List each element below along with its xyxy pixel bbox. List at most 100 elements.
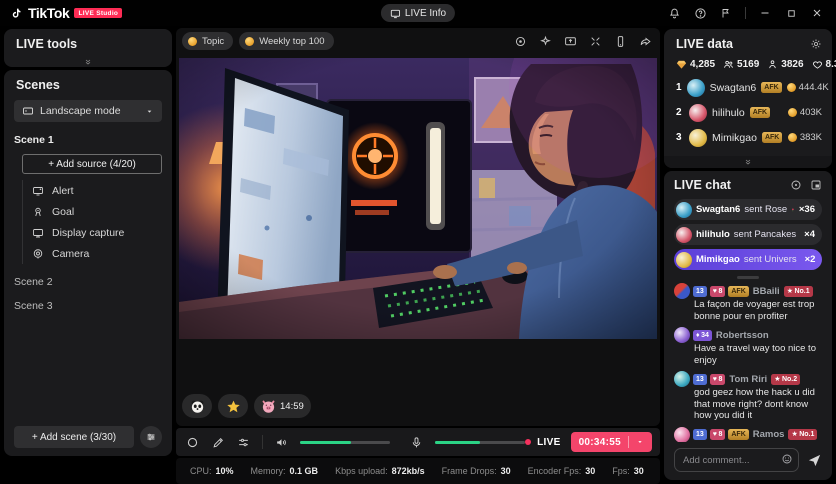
speaker-mute-button[interactable] xyxy=(269,431,294,453)
feedback-button[interactable] xyxy=(713,2,739,24)
topic-label: Topic xyxy=(202,36,224,47)
effect-chip-star[interactable] xyxy=(218,394,248,418)
source-item-display-capture[interactable]: Display capture xyxy=(32,222,172,243)
weekly-top-chip[interactable]: Weekly top 100 xyxy=(239,32,333,50)
mic-mute-button[interactable] xyxy=(404,431,429,453)
afk-badge: AFK xyxy=(728,286,748,297)
notifications-button[interactable] xyxy=(661,2,687,24)
chat-popout-button[interactable] xyxy=(810,179,822,191)
audio-mixer-button[interactable] xyxy=(231,431,256,453)
scene-1-item[interactable]: Scene 1 xyxy=(4,122,172,146)
leader-coins: 444.4K xyxy=(787,82,829,93)
gift-action: sent Pancakes xyxy=(734,229,796,240)
gear-icon xyxy=(810,38,822,50)
chat-message-list: 13 ♥8 AFK BBaili ★No.1 La façon de voyag… xyxy=(674,283,822,442)
chat-username[interactable]: Ramos xyxy=(752,429,786,440)
add-scene-button[interactable]: + Add scene (3/30) xyxy=(14,426,134,448)
source-label: Alert xyxy=(52,185,74,197)
source-item-camera[interactable]: Camera xyxy=(32,243,172,264)
live-data-settings-button[interactable] xyxy=(810,38,822,50)
fullscreen-button[interactable] xyxy=(586,32,604,50)
scene-2-item[interactable]: Scene 2 xyxy=(4,264,172,288)
chat-text: Have a travel way too nice to enjoy xyxy=(694,343,822,366)
gift-notification: Swagtan6 sent Rose ×36 xyxy=(674,199,822,220)
sparkle-icon xyxy=(539,35,552,48)
mic-slider[interactable] xyxy=(435,441,525,444)
live-info-label: LIVE Info xyxy=(405,8,446,19)
live-status-dot xyxy=(525,439,531,445)
ring-icon xyxy=(186,436,199,449)
close-button[interactable] xyxy=(804,2,830,24)
enhance-button[interactable] xyxy=(536,32,554,50)
titlebar: TikTok LIVE Studio LIVE Info xyxy=(0,0,836,26)
send-comment-button[interactable] xyxy=(807,453,822,468)
source-label: Goal xyxy=(52,206,74,218)
send-icon xyxy=(807,453,822,468)
mobile-view-button[interactable] xyxy=(611,32,629,50)
leader-rank: 2 xyxy=(676,107,684,118)
chat-username[interactable]: Robertsson xyxy=(715,330,770,341)
tiktok-live-studio-window: TikTok LIVE Studio LIVE Info LIVE tools … xyxy=(0,0,836,484)
live-status-label: LIVE xyxy=(537,437,560,448)
add-source-button[interactable]: + Add source (4/20) xyxy=(22,154,162,174)
bell-icon xyxy=(668,7,681,20)
gift-notification-highlight: Mimikgao sent Univers ×2 xyxy=(674,249,822,270)
topic-chip[interactable]: Topic xyxy=(182,32,233,50)
leaderboard-row[interactable]: 1 Swagtan6 AFK 444.4K xyxy=(676,77,822,98)
stat-viewers: 5169 xyxy=(723,59,759,70)
speaker-icon xyxy=(275,436,288,449)
level-badge: 13 xyxy=(693,286,707,297)
effect-chip-panda[interactable] xyxy=(182,394,212,418)
live-tools-collapse[interactable] xyxy=(4,58,172,66)
gift-count: ×4 xyxy=(804,229,815,240)
record-toggle-button[interactable] xyxy=(180,431,205,453)
gift-action: sent Univers xyxy=(744,254,797,265)
star-icon xyxy=(226,399,241,414)
share-button[interactable] xyxy=(636,32,654,50)
pig-icon xyxy=(261,399,276,414)
screen-share-button[interactable] xyxy=(561,32,579,50)
chat-text: La façon de voyager est trop bonne pour … xyxy=(694,299,822,322)
scene-settings-button[interactable] xyxy=(140,426,162,448)
app-title: TikTok xyxy=(28,5,69,21)
coin-icon xyxy=(788,133,797,142)
chat-divider-handle[interactable] xyxy=(737,276,759,279)
chat-filter-icon xyxy=(790,179,802,191)
maximize-button[interactable] xyxy=(778,2,804,24)
help-button[interactable] xyxy=(687,2,713,24)
record-button[interactable] xyxy=(511,32,529,50)
emoji-button[interactable] xyxy=(781,453,793,465)
live-data-expand[interactable] xyxy=(664,156,832,168)
scene-3-item[interactable]: Scene 3 xyxy=(4,288,172,312)
scenes-panel: Scenes Landscape mode Scene 1 + Add sour… xyxy=(4,70,172,456)
chat-filter-button[interactable] xyxy=(790,179,802,191)
rank-badge: ★No.1 xyxy=(784,286,813,297)
live-info-button[interactable]: LIVE Info xyxy=(381,4,455,22)
heart-badge: ♥8 xyxy=(710,429,726,440)
landscape-mode-icon xyxy=(22,105,34,117)
minimize-button[interactable] xyxy=(752,2,778,24)
volume-slider-fill xyxy=(300,441,351,444)
effect-chip-pig-timer[interactable]: 14:59 xyxy=(254,394,311,418)
leader-coins: 383K xyxy=(788,132,822,143)
video-preview xyxy=(179,58,657,339)
chat-username[interactable]: BBaili xyxy=(752,286,781,297)
volume-slider[interactable] xyxy=(300,441,390,444)
chat-username[interactable]: Tom Riri xyxy=(728,374,768,385)
level-badge: 13 xyxy=(693,429,707,440)
leader-coins: 403K xyxy=(788,107,822,118)
source-item-goal[interactable]: Goal xyxy=(32,201,172,222)
maximize-icon xyxy=(786,8,797,19)
live-timer-button[interactable]: 00:34:55 xyxy=(571,432,652,452)
layout-mode-select[interactable]: Landscape mode xyxy=(14,100,162,122)
leaderboard-row[interactable]: 2 hilihulo AFK 403K xyxy=(676,102,822,123)
live-timer: 00:34:55 xyxy=(579,437,621,448)
screen-share-icon xyxy=(564,35,577,48)
avatar xyxy=(676,202,692,218)
source-item-alert[interactable]: Alert xyxy=(32,180,172,201)
trophy-icon xyxy=(245,37,254,46)
minimize-icon xyxy=(759,7,771,19)
person-icon xyxy=(767,59,778,70)
leaderboard-row[interactable]: 3 Mimikgao AFK 383K xyxy=(676,127,822,148)
edit-button[interactable] xyxy=(205,431,230,453)
